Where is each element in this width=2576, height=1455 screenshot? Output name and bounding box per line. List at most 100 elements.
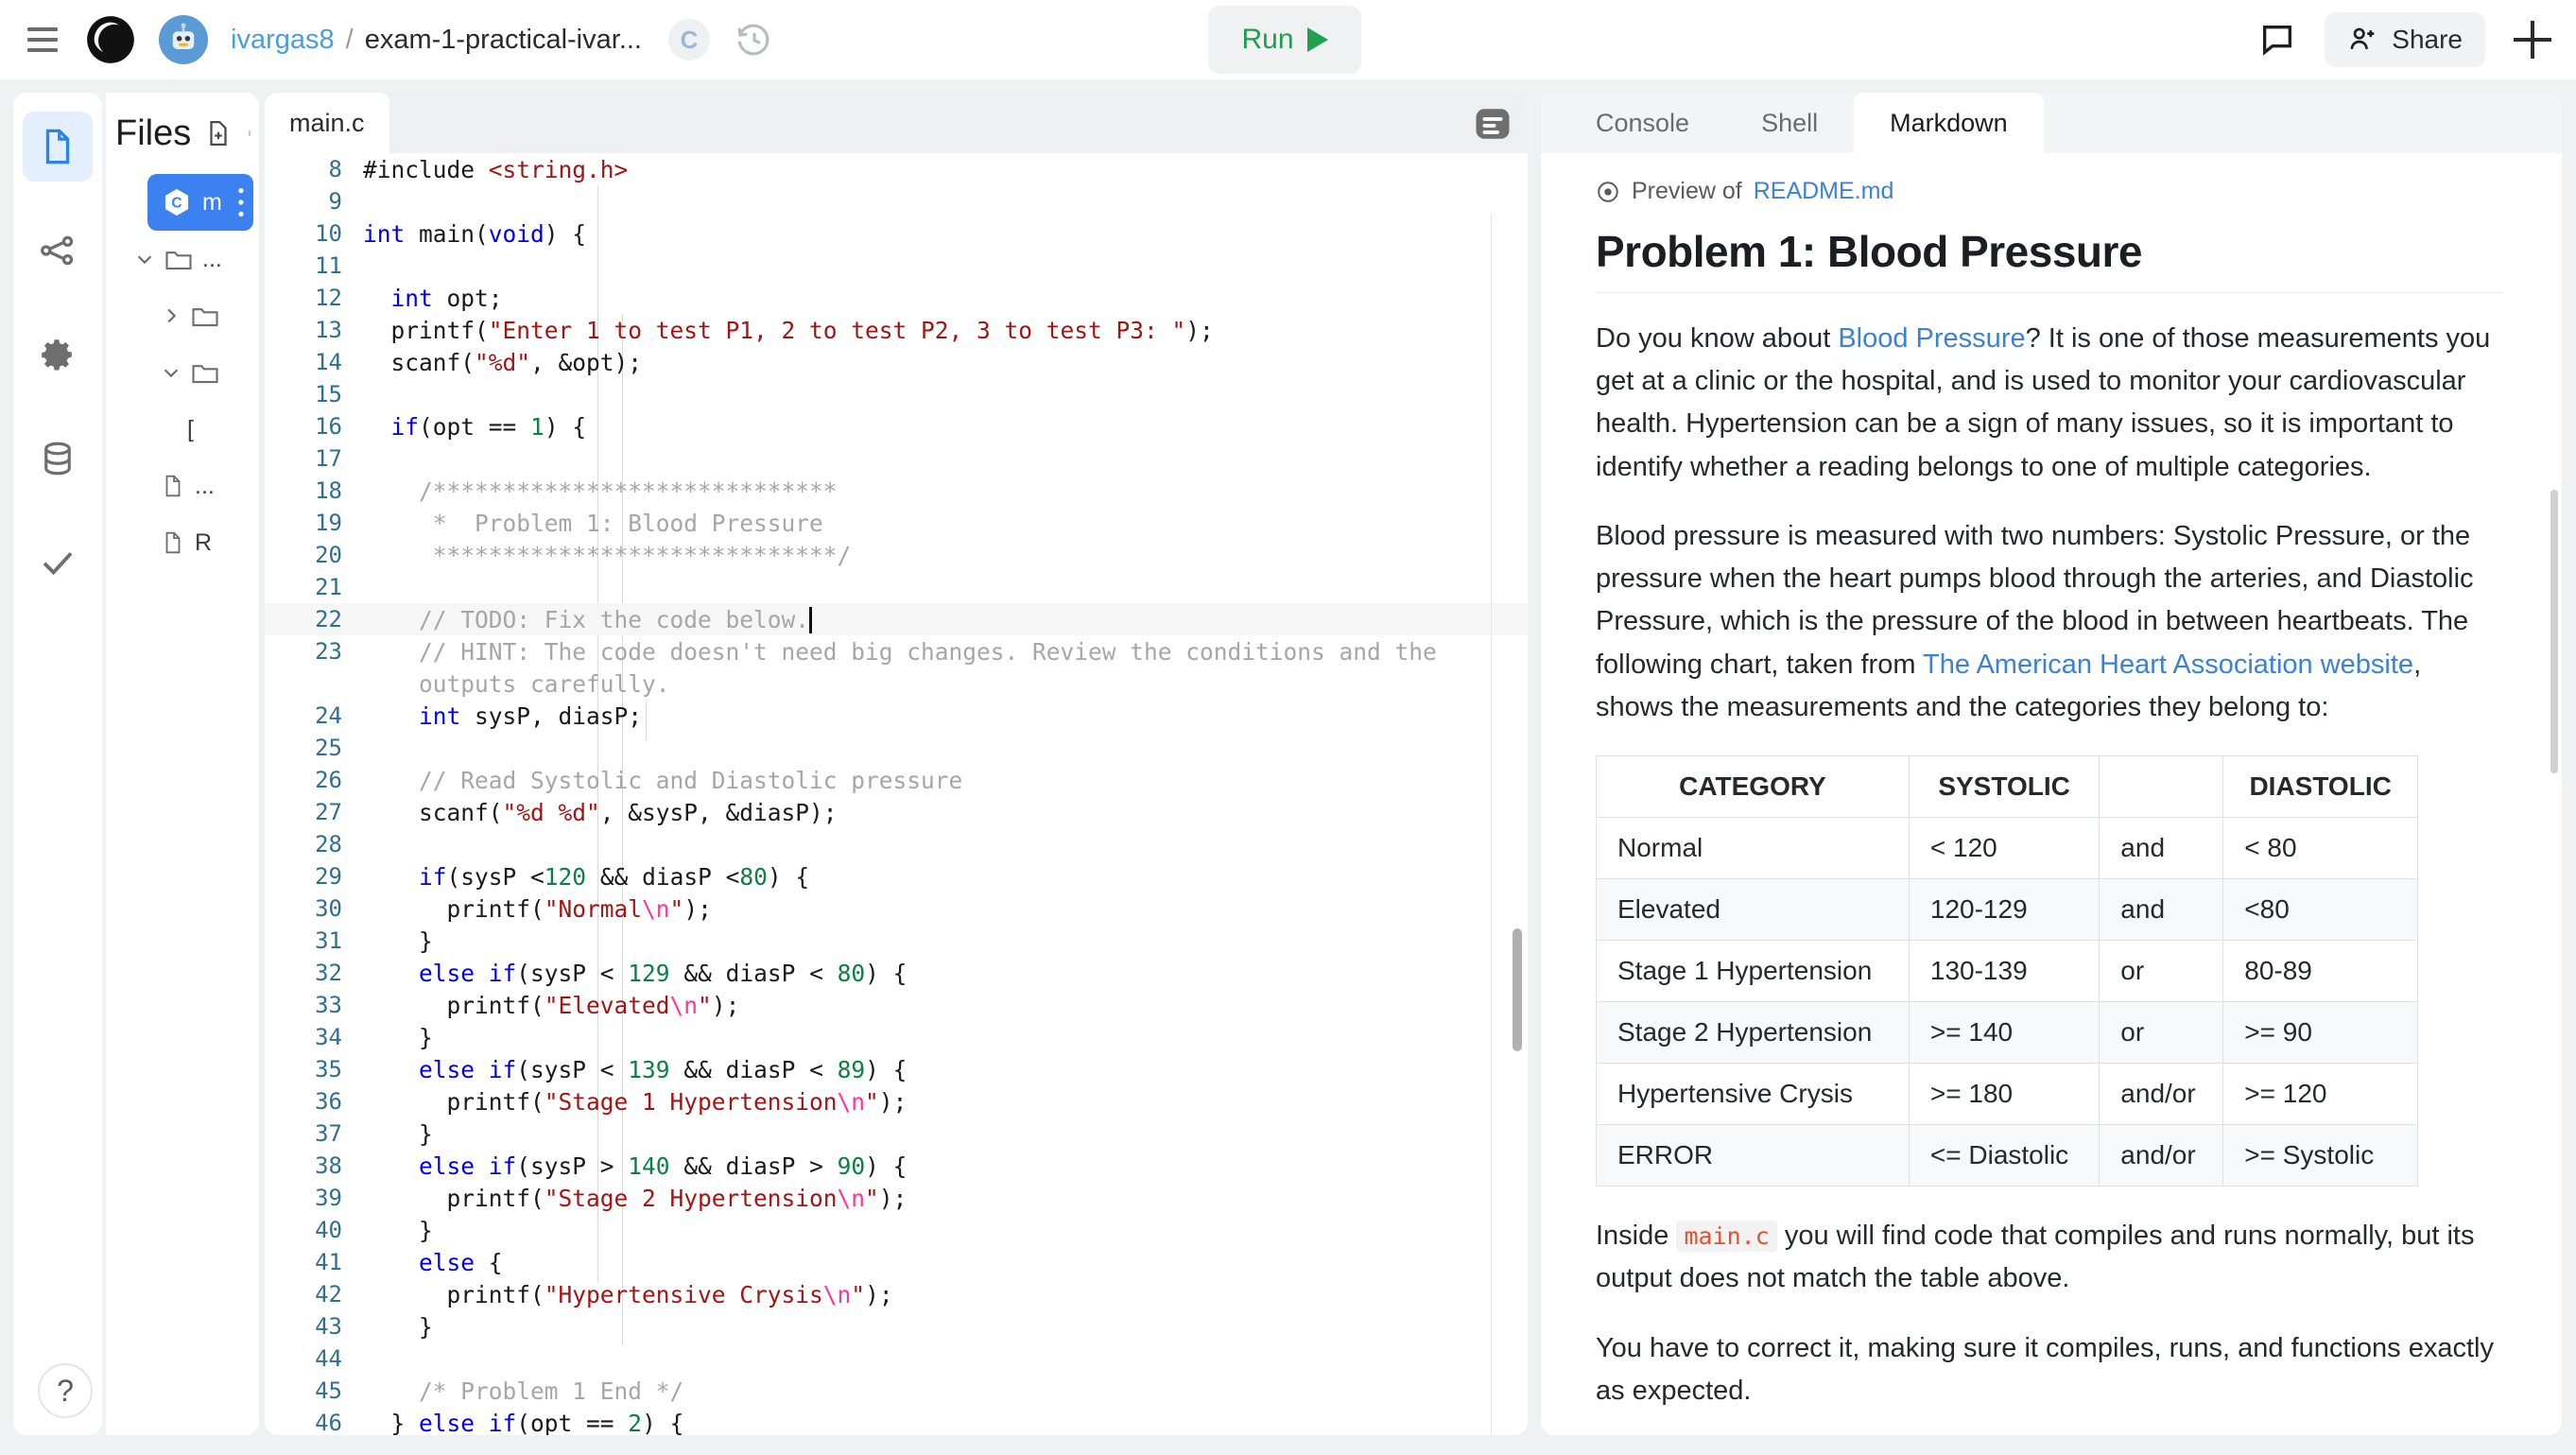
sidebar-item-settings[interactable] (23, 320, 93, 390)
code-line[interactable]: 22 // TODO: Fix the code below. (265, 603, 1528, 635)
code-token: scanf( (363, 798, 503, 826)
paragraph-3-text-a: Inside (1596, 1221, 1677, 1252)
folder-row-expanded-2[interactable] (106, 344, 259, 401)
file-row-generic-1[interactable]: ... (106, 458, 259, 514)
file-row-truncated-bracket[interactable]: [ (106, 401, 259, 458)
robot-avatar-icon[interactable] (159, 15, 208, 64)
code-line[interactable]: 35 else if(sysP < 139 && diasP < 89) { (265, 1053, 1528, 1085)
code-line[interactable]: 44 (265, 1342, 1528, 1375)
breadcrumb-owner[interactable]: ivargas8 (231, 25, 335, 56)
code-line[interactable]: 39 printf("Stage 2 Hypertension\n"); (265, 1182, 1528, 1214)
code-editor[interactable]: 8 #include <string.h> 9 10 int main(void) {1… (265, 153, 1528, 1435)
code-line[interactable]: 37 } (265, 1117, 1528, 1150)
code-line[interactable]: 18 /***************************** (265, 475, 1528, 507)
code-line[interactable]: 46 } else if(opt == 2) { (265, 1407, 1528, 1436)
hamburger-menu-icon[interactable] (21, 18, 64, 61)
chat-icon[interactable] (2258, 21, 2296, 59)
code-line[interactable]: 23 // HINT: The code doesn't need big ch… (265, 635, 1528, 667)
code-line[interactable]: 42 printf("Hypertensive Crysis\n"); (265, 1278, 1528, 1310)
replit-logo-icon (87, 16, 134, 63)
code-line-text: else if(sysP < 129 && diasP < 80) { (363, 960, 1528, 987)
run-button[interactable]: Run (1208, 6, 1361, 74)
code-line[interactable]: 15 (265, 378, 1528, 410)
code-line[interactable]: 45 /* Problem 1 End */ (265, 1375, 1528, 1407)
code-line[interactable]: 26 // Read Systolic and Diastolic pressu… (265, 764, 1528, 796)
tab-main-c[interactable]: main.c (265, 93, 389, 153)
share-button[interactable]: Share (2325, 12, 2485, 67)
code-line[interactable]: 25 (265, 732, 1528, 764)
tab-markdown[interactable]: Markdown (1854, 93, 2044, 153)
format-align-icon[interactable] (1473, 104, 1513, 144)
code-line[interactable]: 31 } (265, 925, 1528, 957)
code-line[interactable]: 9 (265, 185, 1528, 217)
table-cell: < 120 (1908, 817, 2101, 880)
code-line-text: if(opt == 1) { (363, 413, 1528, 441)
eye-icon (1598, 181, 1618, 202)
code-line[interactable]: 13 printf("Enter 1 to test P1, 2 to test… (265, 314, 1528, 346)
code-token: *****************************/ (363, 541, 852, 569)
code-line[interactable]: 10 int main(void) { (265, 217, 1528, 250)
file-row-readme[interactable]: R (106, 514, 259, 571)
code-line[interactable]: 21 (265, 571, 1528, 603)
code-line[interactable]: 19 * Problem 1: Blood Pressure (265, 507, 1528, 539)
line-number: 18 (315, 477, 342, 504)
code-line[interactable]: 20 *****************************/ (265, 539, 1528, 571)
aha-website-link[interactable]: The American Heart Association website (1923, 650, 2413, 680)
code-line[interactable]: 32 else if(sysP < 129 && diasP < 80) { (265, 957, 1528, 989)
blood-pressure-link[interactable]: Blood Pressure (1838, 323, 2025, 354)
code-line-text: printf("Enter 1 to test P1, 2 to test P2… (363, 317, 1528, 344)
file-row-main-c[interactable]: C m (147, 174, 253, 231)
code-token: (sysP < (446, 862, 545, 891)
line-number: 15 (315, 381, 342, 407)
code-line[interactable]: 14 scanf("%d", &opt); (265, 346, 1528, 378)
code-line[interactable]: 40 } (265, 1214, 1528, 1246)
editor-vertical-scrollbar[interactable] (1513, 928, 1522, 1051)
code-lines-container: 8 #include <string.h> 9 10 int main(void) {1… (265, 153, 1528, 1435)
sidebar-item-database[interactable] (23, 424, 93, 494)
history-icon[interactable] (735, 20, 774, 60)
tab-console[interactable]: Console (1560, 93, 1725, 153)
breadcrumb-repl-name[interactable]: exam-1-practical-ivar... (365, 25, 642, 56)
code-line[interactable]: 11 (265, 250, 1528, 282)
code-line[interactable]: 8 #include <string.h> (265, 153, 1528, 185)
sidebar-item-checks[interactable] (23, 528, 93, 598)
code-line[interactable]: outputs carefully. (265, 667, 1528, 700)
code-token: } (363, 1023, 433, 1051)
preview-vertical-scrollbar[interactable] (2550, 490, 2558, 773)
file-row-label: [ (187, 415, 194, 442)
code-line[interactable]: 30 printf("Normal\n"); (265, 892, 1528, 925)
file-kebab-menu-icon[interactable] (236, 186, 246, 218)
code-line[interactable]: 28 (265, 828, 1528, 860)
code-line[interactable]: 41 else { (265, 1246, 1528, 1278)
code-line[interactable]: 38 else if(sysP > 140 && diasP > 90) { (265, 1150, 1528, 1182)
tab-shell[interactable]: Shell (1725, 93, 1854, 153)
code-line[interactable]: 17 (265, 442, 1528, 475)
code-line[interactable]: 16 if(opt == 1) { (265, 410, 1528, 442)
text-cursor (809, 606, 813, 633)
preview-file-link[interactable]: README.md (1754, 178, 1894, 205)
sidebar-item-git[interactable] (23, 216, 93, 286)
code-token: main( (405, 219, 489, 248)
code-line[interactable]: 34 } (265, 1021, 1528, 1053)
new-folder-icon[interactable] (246, 119, 253, 147)
code-line[interactable]: 43 } (265, 1310, 1528, 1342)
code-line[interactable]: 36 printf("Stage 1 Hypertension\n"); (265, 1085, 1528, 1117)
folder-row-expanded[interactable]: ... (106, 231, 259, 287)
help-button[interactable]: ? (38, 1363, 93, 1418)
top-bar: ivargas8 / exam-1-practical-ivar... C Ru… (0, 0, 2576, 79)
folder-row-collapsed[interactable] (106, 287, 259, 344)
code-token: "%d" (475, 348, 531, 376)
pane-divider[interactable] (1531, 93, 1541, 1435)
code-token: ); (1185, 316, 1214, 344)
code-token: else (419, 1248, 475, 1276)
sidebar-item-files[interactable] (23, 112, 93, 182)
code-token: int (363, 219, 406, 248)
code-line[interactable]: 33 printf("Elevated\n"); (265, 989, 1528, 1021)
code-line[interactable]: 24 int sysP, diasP; (265, 700, 1528, 732)
code-line[interactable]: 27 scanf("%d %d", &sysP, &diasP); (265, 796, 1528, 828)
plus-icon[interactable] (2514, 21, 2551, 59)
code-line[interactable]: 29 if(sysP <120 && diasP <80) { (265, 860, 1528, 892)
new-file-icon[interactable] (204, 119, 233, 147)
code-line[interactable]: 12 int opt; (265, 282, 1528, 314)
